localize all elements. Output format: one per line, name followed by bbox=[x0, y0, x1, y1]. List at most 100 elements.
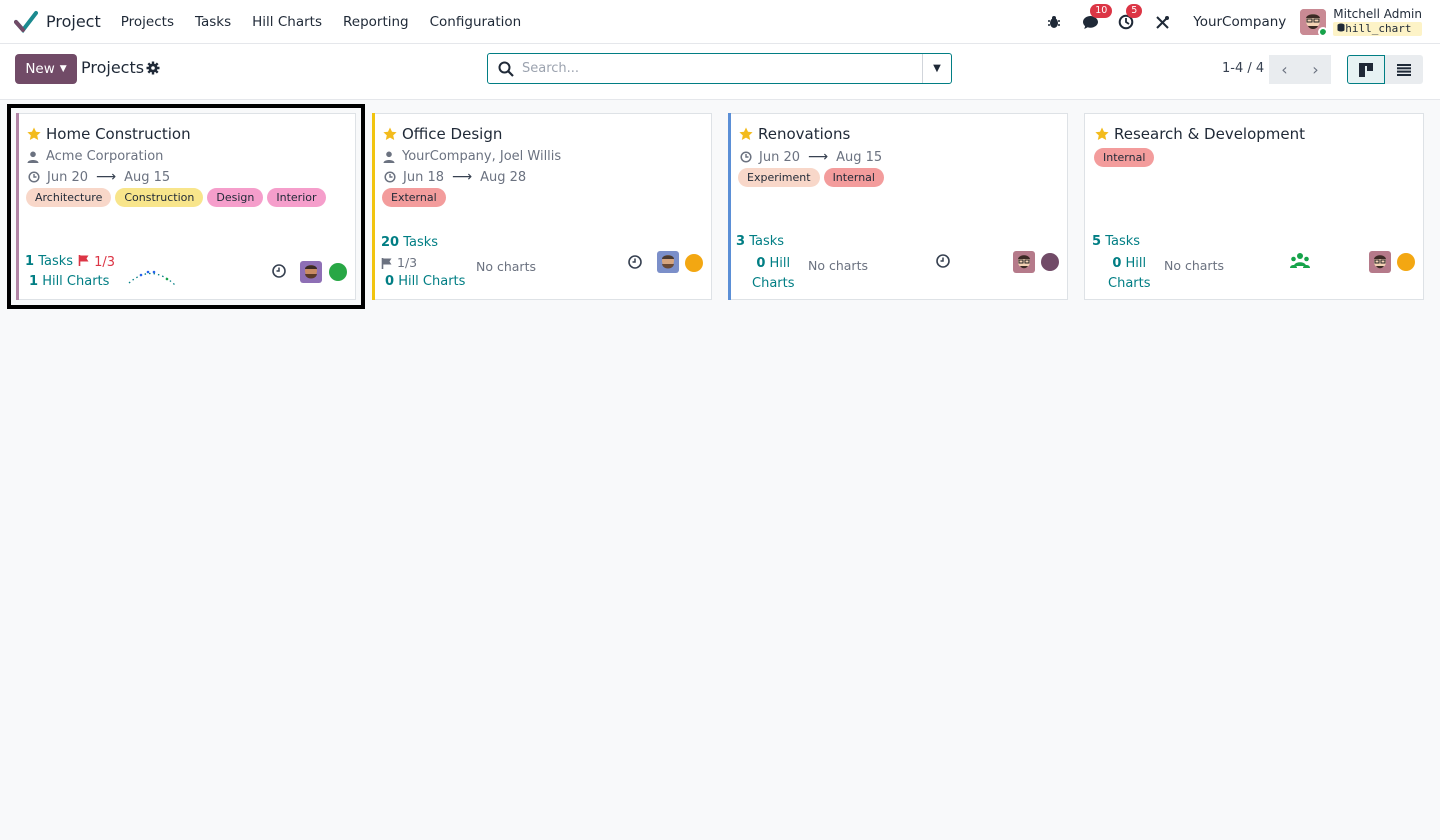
project-card[interactable]: Home Construction Acme Corporation Jun 2… bbox=[7, 104, 365, 309]
tasks-label: Tasks bbox=[1105, 234, 1141, 249]
hill-charts-label: Hill bbox=[1125, 256, 1147, 271]
list-view-button[interactable] bbox=[1385, 55, 1423, 84]
tag-list: Architecture Construction Design Interio… bbox=[26, 188, 330, 207]
customer-line: Acme Corporation bbox=[27, 149, 163, 164]
project-name[interactable]: Renovations bbox=[758, 125, 850, 143]
menu-reporting[interactable]: Reporting bbox=[343, 14, 409, 30]
activity-clock-icon[interactable] bbox=[271, 263, 287, 279]
project-manager-avatar[interactable] bbox=[300, 261, 322, 283]
project-name[interactable]: Office Design bbox=[402, 125, 502, 143]
pager-previous-button[interactable]: ‹ bbox=[1269, 55, 1300, 84]
chevron-right-icon: › bbox=[1312, 60, 1319, 79]
favorite-star-icon[interactable] bbox=[27, 127, 41, 141]
top-navbar: Project Projects Tasks Hill Charts Repor… bbox=[0, 0, 1440, 44]
activity-clock-icon[interactable] bbox=[935, 253, 951, 269]
tasks-label: Tasks bbox=[403, 235, 439, 250]
status-indicator[interactable] bbox=[685, 254, 703, 272]
pager-next-button[interactable]: › bbox=[1300, 55, 1331, 84]
date-range: Jun 20 ⟶ Aug 15 bbox=[740, 149, 882, 165]
activity-clock-icon[interactable] bbox=[627, 254, 643, 270]
app-name: Project bbox=[46, 12, 101, 31]
hill-charts-link[interactable]: 0 Hill Charts bbox=[1108, 254, 1151, 294]
debug-bug-icon[interactable] bbox=[1043, 11, 1065, 33]
project-manager-avatar[interactable] bbox=[657, 251, 679, 273]
kanban-view-button[interactable] bbox=[1347, 55, 1385, 84]
card-color-accent bbox=[728, 113, 731, 300]
tasks-count: 1 bbox=[25, 254, 35, 269]
tasks-link[interactable]: 20 Tasks bbox=[381, 235, 438, 250]
favorite-star-icon[interactable] bbox=[1095, 127, 1109, 141]
date-start: Jun 20 bbox=[47, 169, 88, 185]
main-menu: Projects Tasks Hill Charts Reporting Con… bbox=[121, 14, 542, 30]
tasks-link[interactable]: 1 Tasks bbox=[25, 254, 73, 269]
hill-charts-count: 1 bbox=[29, 274, 39, 289]
hill-charts-link[interactable]: 0 Hill Charts bbox=[752, 254, 795, 294]
milestones-link[interactable]: 1/3 bbox=[78, 254, 115, 270]
users-group-icon[interactable] bbox=[1290, 252, 1310, 270]
status-indicator[interactable] bbox=[329, 263, 347, 281]
date-range: Jun 20 ⟶ Aug 15 bbox=[28, 169, 170, 185]
list-icon bbox=[1397, 63, 1411, 76]
messages-chat-icon[interactable]: 10 bbox=[1079, 4, 1113, 33]
tag-design: Design bbox=[207, 188, 264, 207]
clock-icon bbox=[28, 171, 40, 183]
menu-configuration[interactable]: Configuration bbox=[430, 14, 522, 30]
tasks-link[interactable]: 3 Tasks bbox=[736, 234, 784, 249]
search-input[interactable] bbox=[522, 61, 912, 76]
project-manager-avatar[interactable] bbox=[1369, 251, 1391, 273]
no-charts-text: No charts bbox=[1164, 258, 1224, 273]
favorite-star-icon[interactable] bbox=[739, 127, 753, 141]
tools-icon[interactable] bbox=[1151, 11, 1173, 33]
menu-tasks[interactable]: Tasks bbox=[195, 14, 231, 30]
date-end: Aug 28 bbox=[480, 169, 527, 185]
database-label: hill_chart bbox=[1345, 22, 1412, 35]
tasks-link[interactable]: 5 Tasks bbox=[1092, 234, 1140, 249]
app-brand[interactable]: Project bbox=[14, 10, 101, 34]
pager-value[interactable]: 1-4 / 4 bbox=[1222, 61, 1264, 76]
hill-charts-link[interactable]: 1 Hill Charts bbox=[29, 274, 109, 289]
user-menu[interactable]: Mitchell Admin hill_chart bbox=[1300, 8, 1422, 36]
project-card[interactable]: Renovations Jun 20 ⟶ Aug 15 Experiment I… bbox=[728, 113, 1068, 300]
hill-charts-link[interactable]: 0 Hill Charts bbox=[385, 274, 465, 289]
hill-charts-count: 0 bbox=[756, 256, 766, 271]
project-manager-avatar[interactable] bbox=[1013, 251, 1035, 273]
project-name[interactable]: Research & Development bbox=[1114, 125, 1305, 143]
tag-list: External bbox=[382, 188, 450, 207]
new-button[interactable]: New ▼ bbox=[15, 54, 77, 84]
status-indicator[interactable] bbox=[1041, 253, 1059, 271]
customer-name: Acme Corporation bbox=[46, 149, 164, 164]
project-card[interactable]: Research & Development Internal 5 Tasks … bbox=[1084, 113, 1424, 300]
project-card[interactable]: Office Design YourCompany, Joel Willis J… bbox=[372, 113, 712, 300]
hill-chart-preview bbox=[128, 270, 176, 286]
hill-charts-count: 0 bbox=[1112, 256, 1122, 271]
arrow-right-icon: ⟶ bbox=[808, 149, 829, 165]
chevron-left-icon: ‹ bbox=[1281, 60, 1288, 79]
gear-icon[interactable] bbox=[146, 61, 160, 75]
status-indicator[interactable] bbox=[1397, 253, 1415, 271]
date-start: Jun 18 bbox=[403, 169, 444, 185]
card-color-accent bbox=[372, 113, 375, 300]
hill-charts-label-continued: Charts bbox=[1108, 276, 1151, 291]
page-title: Projects bbox=[81, 58, 145, 77]
favorite-star-icon[interactable] bbox=[383, 127, 397, 141]
tasks-count: 3 bbox=[736, 234, 746, 249]
company-switcher[interactable]: YourCompany bbox=[1193, 14, 1286, 30]
systray: 10 5 YourCompany Mitchell Admin hill_cha… bbox=[1043, 0, 1440, 44]
tag-list: Experiment Internal bbox=[738, 168, 888, 187]
flag-icon bbox=[78, 255, 89, 266]
menu-hill-charts[interactable]: Hill Charts bbox=[252, 14, 322, 30]
search-icon bbox=[498, 61, 514, 77]
milestones-ratio: 1/3 bbox=[397, 255, 418, 270]
activities-clock-icon[interactable]: 5 bbox=[1115, 4, 1143, 33]
online-status-dot bbox=[1318, 27, 1327, 35]
tag-internal: Internal bbox=[823, 168, 884, 187]
hill-charts-label: Hill Charts bbox=[42, 274, 110, 289]
search-options-toggle[interactable]: ▼ bbox=[922, 54, 951, 83]
tag-interior: Interior bbox=[267, 188, 326, 207]
tag-internal: Internal bbox=[1094, 148, 1155, 167]
control-panel: New ▼ Projects ▼ 1-4 / 4 ‹ › bbox=[0, 44, 1440, 100]
menu-projects[interactable]: Projects bbox=[121, 14, 174, 30]
milestones-indicator[interactable]: 1/3 bbox=[381, 255, 417, 270]
tag-architecture: Architecture bbox=[26, 188, 112, 207]
project-name[interactable]: Home Construction bbox=[46, 125, 191, 143]
